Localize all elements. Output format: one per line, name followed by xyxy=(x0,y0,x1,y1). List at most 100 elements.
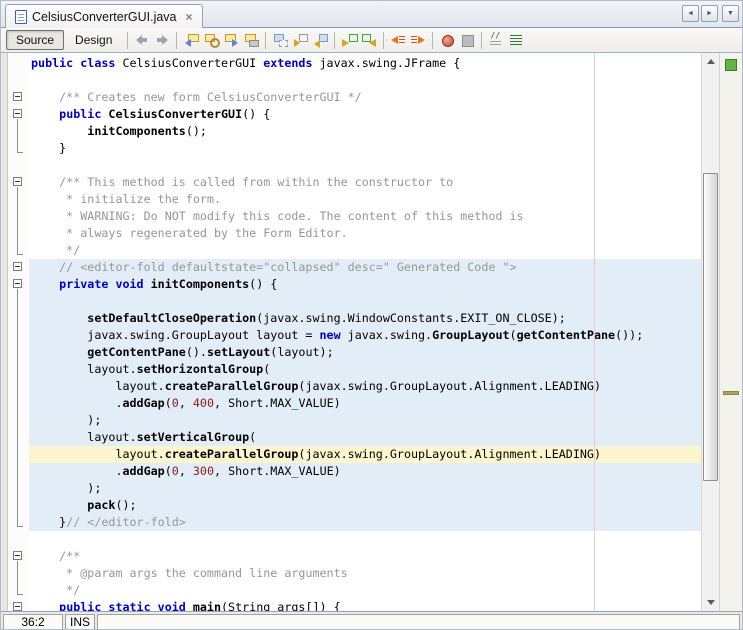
comment-lines-icon[interactable] xyxy=(487,31,505,49)
toolbar-separator xyxy=(383,31,385,49)
tab-celsiusconvertergui-java[interactable]: CelsiusConverterGUI.java × xyxy=(5,4,203,28)
previous-usage-icon[interactable] xyxy=(360,31,378,49)
tab-scroll-controls: ◄ ► ▼ xyxy=(682,5,739,22)
fold-line xyxy=(17,254,23,255)
design-view-button[interactable]: Design xyxy=(66,31,121,49)
fold-toggle-icon[interactable] xyxy=(13,602,22,611)
fold-line xyxy=(17,565,18,582)
code-line[interactable]: layout.setVerticalGroup( xyxy=(29,429,701,446)
scroll-up-icon[interactable] xyxy=(707,59,715,64)
nav-back-icon[interactable] xyxy=(133,31,151,49)
fold-line xyxy=(17,327,18,344)
code-line[interactable]: /** Creates new form CelsiusConverterGUI… xyxy=(29,89,701,106)
fold-toggle-icon[interactable] xyxy=(13,177,22,186)
scroll-tabs-left-button[interactable]: ◄ xyxy=(682,5,699,22)
fold-line xyxy=(17,480,18,497)
fold-line xyxy=(17,412,18,429)
fold-line xyxy=(17,310,18,327)
code-line[interactable] xyxy=(29,531,701,548)
fold-line xyxy=(17,497,18,514)
code-line[interactable]: .addGap(0, 400, Short.MAX_VALUE) xyxy=(29,395,701,412)
code-line[interactable] xyxy=(29,157,701,174)
fold-toggle-icon[interactable] xyxy=(13,92,22,101)
code-line[interactable]: ); xyxy=(29,480,701,497)
scrollbar-thumb[interactable] xyxy=(703,173,718,481)
editor-toolbar: Source Design xyxy=(1,28,742,53)
code-line[interactable]: }// </editor-fold> xyxy=(29,514,701,531)
fold-toggle-icon[interactable] xyxy=(13,279,22,288)
code-line[interactable]: * @param args the command line arguments xyxy=(29,565,701,582)
code-line[interactable]: */ xyxy=(29,582,701,599)
fold-toggle-icon[interactable] xyxy=(13,109,22,118)
code-line[interactable]: // <editor-fold defaultstate="collapsed"… xyxy=(29,259,701,276)
code-line[interactable] xyxy=(29,72,701,89)
tab-close-icon[interactable]: × xyxy=(186,10,193,24)
error-stripe[interactable] xyxy=(719,53,742,611)
code-line[interactable]: /** xyxy=(29,548,701,565)
code-line[interactable]: setDefaultCloseOperation(javax.swing.Win… xyxy=(29,310,701,327)
fold-line xyxy=(17,152,23,153)
code-text-area[interactable]: public class CelsiusConverterGUI extends… xyxy=(29,53,701,611)
fold-toggle-icon[interactable] xyxy=(13,551,22,560)
fold-line xyxy=(17,208,18,225)
find-next-occurrence-icon[interactable] xyxy=(222,31,240,49)
fold-line xyxy=(17,361,18,378)
vertical-scrollbar[interactable] xyxy=(701,53,719,611)
code-line[interactable]: javax.swing.GroupLayout layout = new jav… xyxy=(29,327,701,344)
glyph-gutter xyxy=(1,53,8,611)
code-line[interactable]: public class CelsiusConverterGUI extends… xyxy=(29,55,701,72)
find-selection-icon[interactable] xyxy=(202,31,221,49)
code-line[interactable]: initComponents(); xyxy=(29,123,701,140)
nav-forward-icon[interactable] xyxy=(153,31,171,49)
code-line[interactable]: * always regenerated by the Form Editor. xyxy=(29,225,701,242)
code-line[interactable]: private void initComponents() { xyxy=(29,276,701,293)
code-line[interactable]: layout.createParallelGroup(javax.swing.G… xyxy=(29,446,701,463)
fold-line xyxy=(17,446,18,463)
code-fold-gutter[interactable] xyxy=(9,53,29,611)
code-line[interactable]: * initialize the form. xyxy=(29,191,701,208)
uncomment-lines-icon[interactable] xyxy=(507,31,525,49)
code-line[interactable]: layout.setHorizontalGroup( xyxy=(29,361,701,378)
start-macro-recording-icon[interactable] xyxy=(438,31,456,49)
code-line[interactable]: */ xyxy=(29,242,701,259)
fold-line xyxy=(17,395,18,412)
toolbar-separator xyxy=(334,31,336,49)
toggle-highlight-search-icon[interactable] xyxy=(242,31,260,49)
toggle-bookmark-icon[interactable] xyxy=(311,31,329,49)
code-line[interactable]: getContentPane().setLayout(layout); xyxy=(29,344,701,361)
code-line[interactable]: /** This method is called from within th… xyxy=(29,174,701,191)
shift-line-left-icon[interactable] xyxy=(389,31,407,49)
code-line[interactable]: ); xyxy=(29,412,701,429)
code-line[interactable]: } xyxy=(29,140,701,157)
scroll-tabs-right-button[interactable]: ► xyxy=(701,5,718,22)
next-usage-icon[interactable] xyxy=(340,31,359,49)
toolbar-separator xyxy=(127,31,129,49)
no-errors-indicator[interactable] xyxy=(725,59,737,71)
last-edit-location-icon[interactable] xyxy=(182,31,200,49)
caret-line-stripe-mark[interactable] xyxy=(723,391,739,395)
insert-mode-indicator: INS xyxy=(65,613,96,629)
code-line[interactable]: * WARNING: Do NOT modify this code. The … xyxy=(29,208,701,225)
toolbar-separator xyxy=(481,31,483,49)
right-margin-line xyxy=(594,53,595,611)
code-line[interactable]: layout.createParallelGroup(javax.swing.G… xyxy=(29,378,701,395)
stop-macro-recording-icon[interactable] xyxy=(458,31,476,49)
fold-line xyxy=(17,594,23,595)
code-line[interactable]: public CelsiusConverterGUI() { xyxy=(29,106,701,123)
code-line[interactable] xyxy=(29,293,701,310)
fold-toggle-icon[interactable] xyxy=(13,262,22,271)
tab-list-dropdown-button[interactable]: ▼ xyxy=(722,5,739,22)
netbeans-editor-window: CelsiusConverterGUI.java × ◄ ► ▼ Source … xyxy=(0,0,743,630)
caret-position: 36:2 xyxy=(3,613,63,629)
scroll-down-icon[interactable] xyxy=(707,600,715,605)
fold-line xyxy=(17,378,18,395)
shift-line-right-icon[interactable] xyxy=(409,31,427,49)
code-line[interactable]: public static void main(String args[]) { xyxy=(29,599,701,611)
code-line[interactable]: pack(); xyxy=(29,497,701,514)
status-bar: 36:2 INS xyxy=(1,611,742,629)
source-view-button[interactable]: Source xyxy=(6,30,65,50)
previous-bookmark-icon[interactable] xyxy=(271,31,289,49)
code-line[interactable]: .addGap(0, 300, Short.MAX_VALUE) xyxy=(29,463,701,480)
code-editor[interactable]: public class CelsiusConverterGUI extends… xyxy=(1,53,742,611)
next-bookmark-icon[interactable] xyxy=(291,31,309,49)
